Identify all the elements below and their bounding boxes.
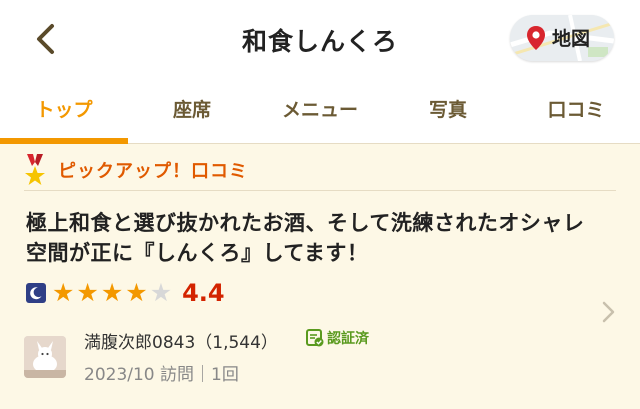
app-header: 和食しんくろ 地図 — [0, 0, 640, 78]
avatar[interactable] — [24, 336, 66, 378]
rating-row: ★ ★ ★ ★ ★ 4.4 — [26, 278, 225, 308]
pickup-review-card[interactable]: ピックアップ！口コミ 極上和食と選び抜かれたお酒、そして洗練されたオシャレ空間が… — [0, 144, 640, 409]
visit-info: 2023/10 訪問｜1回 — [84, 365, 239, 385]
reviewer-info[interactable]: 満腹次郎0843（1,544） 認証済 2023/10 訪問｜1回 — [24, 326, 624, 396]
star-empty-icon: ★ — [149, 278, 173, 307]
star-icon: ★ — [52, 278, 75, 307]
reviewer-name[interactable]: 満腹次郎0843（1,544） — [84, 328, 278, 353]
moon-icon — [26, 283, 46, 303]
rating-score: 4.4 — [182, 279, 225, 307]
pickup-label: ピックアップ！口コミ — [58, 161, 248, 182]
tab-menu[interactable]: メニュー — [256, 78, 384, 142]
divider — [24, 190, 616, 191]
tab-seats[interactable]: 座席 — [128, 78, 256, 142]
star-icon: ★ — [125, 278, 148, 307]
pickup-header: ピックアップ！口コミ — [24, 152, 248, 188]
review-title[interactable]: 極上和食と選び抜かれたお酒、そして洗練されたオシャレ空間が正に『しんくろ』してま… — [26, 208, 586, 268]
verified-badge: 認証済 — [306, 328, 369, 348]
tab-top[interactable]: トップ — [0, 78, 128, 142]
star-icon: ★ — [100, 278, 124, 307]
map-pin-icon — [527, 25, 545, 50]
medal-icon — [25, 154, 45, 185]
star-icon: ★ — [76, 278, 99, 307]
tab-bar: トップ 座席 メニュー 写真 口コミ — [0, 78, 640, 144]
map-button-label: 地図 — [552, 28, 591, 50]
map-button[interactable]: 地図 — [510, 15, 614, 61]
tab-photos[interactable]: 写真 — [384, 78, 512, 142]
chevron-right-icon[interactable] — [598, 300, 618, 324]
tab-reviews[interactable]: 口コミ — [512, 78, 640, 142]
verified-icon — [306, 329, 324, 347]
verified-label: 認証済 — [327, 331, 369, 347]
